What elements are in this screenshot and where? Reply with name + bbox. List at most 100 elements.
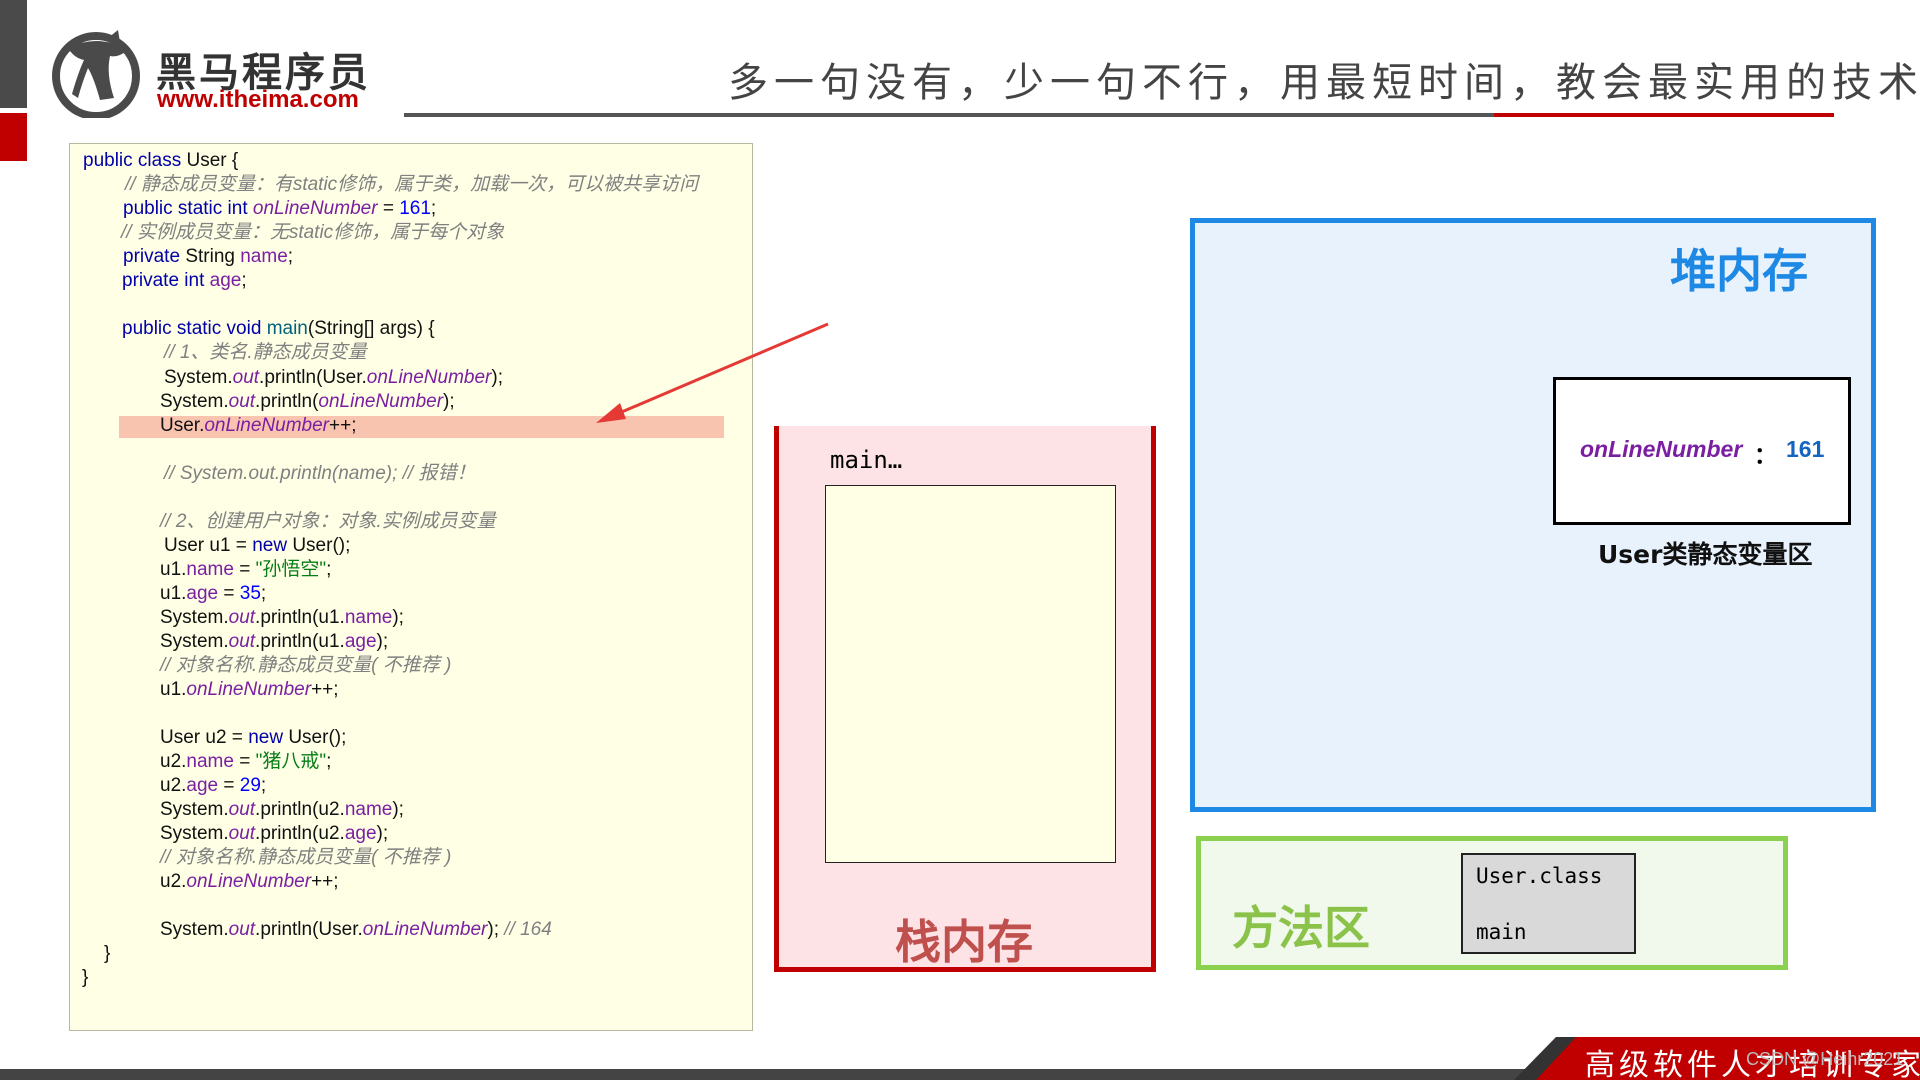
code-token: u1. xyxy=(160,583,187,604)
watermark: CSDN @Heihr2021 xyxy=(1746,1049,1904,1069)
code-token: 161 xyxy=(399,198,431,219)
code-token: 29 xyxy=(239,775,261,796)
code-token: age xyxy=(186,583,219,604)
code-token: .println(User. xyxy=(259,367,367,388)
code-token: User u1 = xyxy=(164,535,253,556)
code-token: .println(u2. xyxy=(255,823,345,844)
code-token: // 164 xyxy=(504,919,552,940)
code-token: age xyxy=(209,270,242,291)
code-line: public static int onLineNumber = 161; xyxy=(123,197,436,221)
code-token: = xyxy=(233,751,256,772)
code-token: out xyxy=(228,919,256,940)
code-token: ++; xyxy=(329,415,357,436)
code-token: .println(User. xyxy=(255,919,363,940)
code-token: String xyxy=(185,246,241,267)
code-token: ; xyxy=(326,559,332,580)
code-token: main xyxy=(266,318,308,339)
code-token: name xyxy=(186,751,234,772)
code-token: System. xyxy=(160,607,229,628)
code-token: out xyxy=(228,631,256,652)
code-token: ; xyxy=(260,583,267,604)
code-comment: // System.out.println(name); // 报错！ xyxy=(164,463,476,484)
class-file-name: User.class xyxy=(1476,864,1603,888)
code-line: private int age; xyxy=(122,269,247,293)
code-token: ++; xyxy=(311,679,339,700)
code-line: u1.onLineNumber++; xyxy=(160,678,339,702)
code-token: onLineNumber xyxy=(362,919,488,940)
code-token: onLineNumber xyxy=(318,391,444,412)
code-line: public static void main(String[] args) { xyxy=(122,317,435,341)
code-token: public static void xyxy=(122,318,267,339)
static-variable-value: 161 xyxy=(1786,436,1825,462)
code-token: onLineNumber xyxy=(186,679,312,700)
code-comment: // 对象名称.静态成员变量( 不推荐 ) xyxy=(160,655,452,676)
header-divider xyxy=(404,113,1494,117)
code-token: User. xyxy=(160,415,205,436)
pointer-arrow-icon xyxy=(596,322,829,423)
code-token: System. xyxy=(160,391,229,412)
left-accent-bar-red xyxy=(0,113,27,161)
code-token: out xyxy=(228,823,256,844)
code-token: u2. xyxy=(160,775,187,796)
code-comment: // 静态成员变量：有static修饰，属于类，加载一次，可以被共享访问 xyxy=(125,174,699,195)
code-line: public class User { xyxy=(83,149,238,173)
code-token: age xyxy=(186,775,219,796)
code-token: out xyxy=(228,607,256,628)
code-token: .println( xyxy=(255,391,319,412)
code-token: ++; xyxy=(311,871,339,892)
code-token: "孙悟空" xyxy=(255,559,327,580)
stack-memory-title: 栈内存 xyxy=(895,915,1033,969)
main-stack-frame xyxy=(825,485,1116,863)
code-comment: // 1、类名.静态成员变量 xyxy=(164,342,367,363)
code-token: System. xyxy=(160,799,229,820)
code-token: ); xyxy=(376,823,389,844)
code-token: = xyxy=(377,198,400,219)
static-variable-name: onLineNumber xyxy=(1580,436,1743,462)
code-token: ); xyxy=(392,799,404,820)
left-accent-bar-dark xyxy=(0,0,27,108)
code-token: public class xyxy=(83,150,187,171)
code-line: System.out.println(User.onLineNumber); /… xyxy=(160,918,552,942)
code-token: u1. xyxy=(160,679,187,700)
code-token: ; xyxy=(260,775,267,796)
code-token: age xyxy=(344,631,377,652)
code-token: = xyxy=(233,559,256,580)
code-token: onLineNumber xyxy=(204,415,329,436)
code-line: u2.name = "猪八戒"; xyxy=(160,750,331,774)
code-line: } xyxy=(82,967,89,988)
code-token: "猪八戒" xyxy=(255,751,327,772)
method-area-title: 方法区 xyxy=(1232,901,1370,955)
code-token: ); xyxy=(376,631,389,652)
code-line: System.out.println(u2.age); xyxy=(160,822,388,846)
code-token: out xyxy=(228,391,256,412)
code-token: out xyxy=(232,367,260,388)
code-token: public static int xyxy=(123,198,253,219)
code-line: System.out.println(u2.name); xyxy=(160,798,404,822)
header-divider-accent xyxy=(1494,113,1834,117)
code-line: u2.age = 29; xyxy=(160,774,266,798)
code-token: ; xyxy=(241,270,247,291)
code-token: ); xyxy=(491,367,503,388)
code-line: System.out.println(User.onLineNumber); xyxy=(164,366,503,390)
static-area-label: User类静态变量区 xyxy=(1598,540,1813,569)
code-token: User(); xyxy=(292,535,351,556)
code-comment: // 2、创建用户对象：对象.实例成员变量 xyxy=(160,511,496,532)
code-token: ); xyxy=(392,607,404,628)
static-variable-separator: ： xyxy=(1754,442,1777,468)
code-line: System.out.println(u1.name); xyxy=(160,606,404,630)
code-token: name xyxy=(186,559,234,580)
code-token: System. xyxy=(164,367,233,388)
heap-memory-title: 堆内存 xyxy=(1670,244,1808,298)
stack-frame-label: main… xyxy=(830,446,903,474)
code-token: 35 xyxy=(239,583,261,604)
code-token: ); xyxy=(443,391,455,412)
code-token: User(); xyxy=(288,727,347,748)
code-token: .println(u1. xyxy=(255,631,345,652)
code-line: u1.name = "孙悟空"; xyxy=(160,558,331,582)
code-token: onLineNumber xyxy=(252,198,378,219)
code-line: System.out.println(onLineNumber); xyxy=(160,390,455,414)
code-token: private int xyxy=(122,270,210,291)
code-token: onLineNumber xyxy=(366,367,492,388)
code-line: private String name; xyxy=(123,245,293,269)
code-token: u2. xyxy=(160,871,187,892)
